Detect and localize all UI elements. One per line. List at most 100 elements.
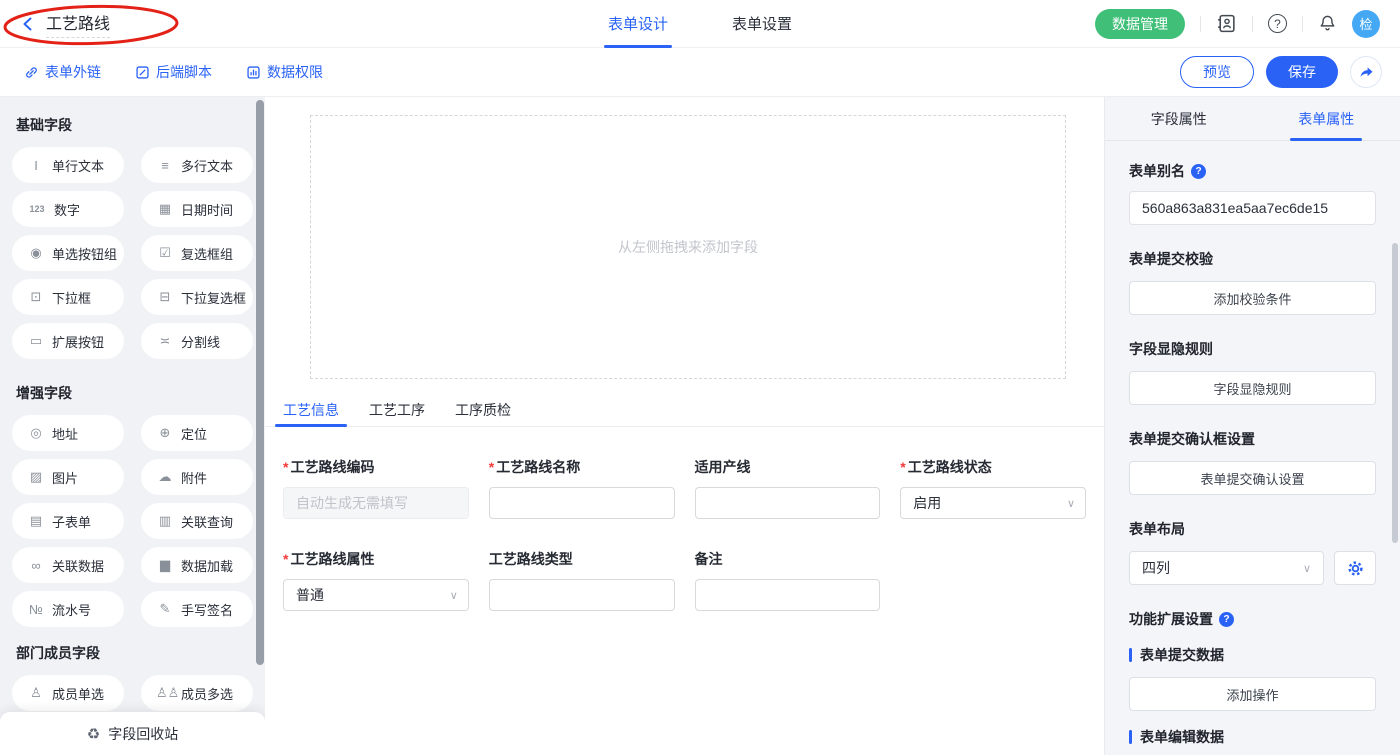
field-route-attribute: *工艺路线属性 普通 ∨: [283, 549, 469, 611]
sidebar-field-subform[interactable]: ▤子表单: [12, 503, 124, 539]
sidebar-scrollbar[interactable]: [256, 100, 264, 665]
tab-process-steps[interactable]: 工艺工序: [369, 393, 425, 426]
contacts-icon[interactable]: [1216, 13, 1237, 34]
sidebar-field-member-multi[interactable]: ♙♙成员多选: [141, 675, 253, 711]
route-attribute-select[interactable]: 普通 ∨: [283, 579, 469, 611]
backend-script-link[interactable]: 后端脚本: [135, 62, 212, 82]
divider-line-icon: ≍: [156, 333, 174, 349]
back-button[interactable]: [20, 16, 36, 32]
sidebar-field-serial-number[interactable]: №流水号: [12, 591, 124, 627]
sidebar-field-member-single[interactable]: ♙成员单选: [12, 675, 124, 711]
field-remark: 备注: [695, 549, 881, 611]
notification-bell-icon[interactable]: [1318, 14, 1337, 33]
field-route-code: *工艺路线编码 自动生成无需填写: [283, 457, 469, 519]
submit-confirm-settings-button[interactable]: 表单提交确认设置: [1129, 461, 1376, 495]
extension-help-icon[interactable]: ?: [1219, 612, 1234, 627]
section-enhanced-fields: 增强字段: [16, 383, 249, 403]
sidebar-field-location[interactable]: ⊕定位: [141, 415, 253, 451]
sidebar-field-single-line-text[interactable]: I单行文本: [12, 147, 124, 183]
remark-input[interactable]: [695, 579, 881, 611]
image-icon: ▨: [27, 469, 45, 485]
form-external-link[interactable]: 表单外链: [24, 62, 101, 82]
divider: [1200, 16, 1201, 32]
extension-settings-section: 功能扩展设置 ? 表单提交数据 添加操作 表单编辑数据 添加操作: [1129, 609, 1376, 755]
sidebar-field-datetime[interactable]: ▦日期时间: [141, 191, 253, 227]
form-canvas: 从左侧拖拽来添加字段 工艺信息 工艺工序 工序质检 *工艺路线编码 自动生成无需…: [265, 97, 1104, 755]
sidebar-field-number[interactable]: 123数字: [12, 191, 124, 227]
content-row: 基础字段 I单行文本 ≡多行文本 123数字 ▦日期时间 ◉单选按钮组 ☑复选框…: [0, 97, 1400, 755]
sidebar-field-dropdown[interactable]: ⊡下拉框: [12, 279, 124, 315]
add-action-submit-button[interactable]: 添加操作: [1129, 677, 1376, 711]
page-title[interactable]: 工艺路线: [46, 10, 110, 38]
tab-form-settings[interactable]: 表单设置: [732, 0, 792, 48]
field-visibility-rules-button[interactable]: 字段显隐规则: [1129, 371, 1376, 405]
sidebar-field-multi-line-text[interactable]: ≡多行文本: [141, 147, 253, 183]
chevron-down-icon: ∨: [450, 589, 458, 602]
route-status-select[interactable]: 启用 ∨: [900, 487, 1086, 519]
form-alias-input[interactable]: 560a863a831ea5aa7ec6de15: [1129, 191, 1376, 225]
sidebar-field-image[interactable]: ▨图片: [12, 459, 124, 495]
field-route-status: *工艺路线状态 启用 ∨: [900, 457, 1086, 519]
required-marker: *: [283, 459, 288, 475]
field-route-type: 工艺路线类型: [489, 549, 675, 611]
sidebar-field-signature[interactable]: ✎手写签名: [141, 591, 253, 627]
sidebar-field-address[interactable]: ◎地址: [12, 415, 124, 451]
sidebar-field-linked-query[interactable]: ▥关联查询: [141, 503, 253, 539]
sidebar-field-radio-group[interactable]: ◉单选按钮组: [12, 235, 124, 271]
tab-form-design[interactable]: 表单设计: [608, 0, 668, 48]
layout-gear-button[interactable]: [1334, 551, 1376, 585]
field-recycle-bin[interactable]: ♻ 字段回收站: [0, 712, 265, 755]
chevron-down-icon: ∨: [1067, 497, 1075, 510]
field-dropzone[interactable]: 从左侧拖拽来添加字段: [310, 115, 1066, 379]
data-manage-button[interactable]: 数据管理: [1095, 9, 1185, 39]
share-button[interactable]: [1350, 56, 1382, 88]
extend-button-icon: ▭: [27, 333, 45, 349]
chevron-down-icon: ∨: [1303, 562, 1311, 575]
sidebar-field-extend-button[interactable]: ▭扩展按钮: [12, 323, 124, 359]
field-route-name: *工艺路线名称: [489, 457, 675, 519]
tab-step-inspection[interactable]: 工序质检: [455, 393, 511, 426]
radio-icon: ◉: [27, 245, 45, 261]
accent-bar: [1129, 648, 1132, 662]
applicable-line-input[interactable]: [695, 487, 881, 519]
sidebar-field-linked-data[interactable]: ∞关联数据: [12, 547, 124, 583]
person-icon: ♙: [27, 685, 45, 701]
sidebar-field-attachment[interactable]: ☁附件: [141, 459, 253, 495]
number-icon: 123: [27, 204, 47, 214]
gear-icon: [1347, 560, 1364, 577]
chain-link-icon: ∞: [27, 558, 45, 573]
panel-scrollbar[interactable]: [1392, 243, 1398, 543]
route-type-input[interactable]: [489, 579, 675, 611]
help-icon[interactable]: ?: [1268, 14, 1287, 33]
user-avatar[interactable]: 检: [1352, 10, 1380, 38]
field-palette-sidebar: 基础字段 I单行文本 ≡多行文本 123数字 ▦日期时间 ◉单选按钮组 ☑复选框…: [0, 97, 265, 755]
recycle-icon: ♻: [87, 725, 100, 743]
data-permission-link[interactable]: 数据权限: [246, 62, 323, 82]
sidebar-field-data-load[interactable]: ▆数据加载: [141, 547, 253, 583]
tab-field-properties[interactable]: 字段属性: [1105, 97, 1253, 140]
required-marker: *: [283, 551, 288, 567]
cloud-upload-icon: ☁: [156, 469, 174, 485]
layout-select[interactable]: 四列 ∨: [1129, 551, 1324, 585]
linked-query-icon: ▥: [156, 513, 174, 529]
tab-process-info[interactable]: 工艺信息: [283, 393, 339, 426]
add-validation-button[interactable]: 添加校验条件: [1129, 281, 1376, 315]
sidebar-field-multi-dropdown[interactable]: ⊟下拉复选框: [141, 279, 253, 315]
route-name-input[interactable]: [489, 487, 675, 519]
form-links: 表单外链 后端脚本 数据权限: [24, 62, 323, 82]
top-bar: 工艺路线 表单设计 表单设置 数据管理 ?: [0, 0, 1400, 48]
sub-toolbar: 表单外链 后端脚本 数据权限 预览 保存: [0, 48, 1400, 97]
permission-icon: [246, 65, 261, 80]
multi-line-text-icon: ≡: [156, 158, 174, 173]
preview-button[interactable]: 预览: [1180, 56, 1254, 88]
back-chevron-icon: [20, 16, 36, 32]
script-icon: [135, 65, 150, 80]
save-button[interactable]: 保存: [1266, 56, 1338, 88]
basic-fields-grid: I单行文本 ≡多行文本 123数字 ▦日期时间 ◉单选按钮组 ☑复选框组 ⊡下拉…: [12, 147, 253, 359]
bar-chart-icon: ▆: [156, 557, 174, 573]
sidebar-field-checkbox-group[interactable]: ☑复选框组: [141, 235, 253, 271]
sidebar-field-divider-line[interactable]: ≍分割线: [141, 323, 253, 359]
single-line-text-icon: I: [27, 158, 45, 173]
tab-form-properties[interactable]: 表单属性: [1253, 97, 1400, 140]
alias-help-icon[interactable]: ?: [1191, 164, 1206, 179]
